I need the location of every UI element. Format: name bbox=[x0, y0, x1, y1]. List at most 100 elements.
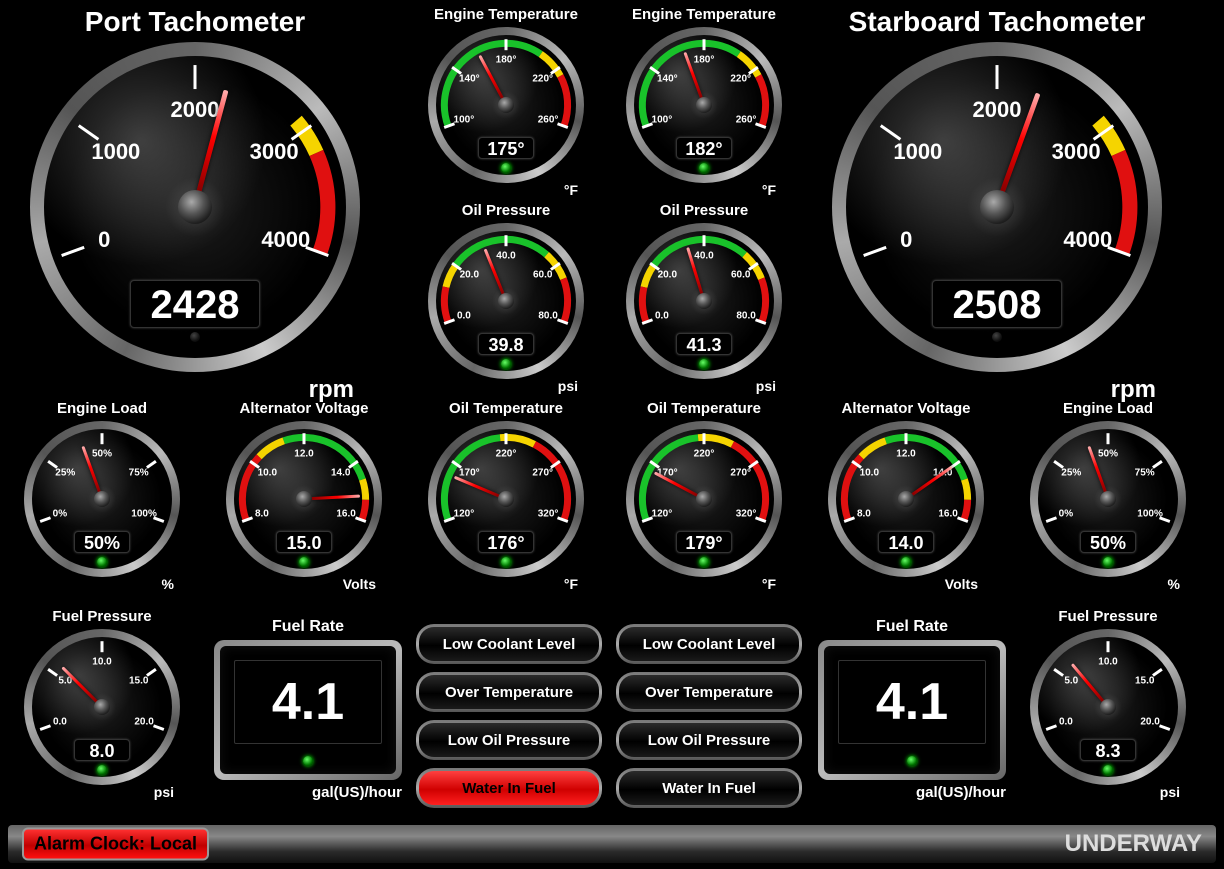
alarm-clock-button[interactable]: Alarm Clock: Local bbox=[22, 828, 209, 861]
alarm-stbd-0[interactable]: Low Coolant Level bbox=[616, 624, 802, 664]
tick-label: 8.0 bbox=[255, 509, 269, 520]
tick-label: 80.0 bbox=[736, 311, 755, 322]
tick-label: 180° bbox=[496, 55, 517, 66]
gauge-oilPresP[interactable]: Oil Pressure0.020.040.060.080.039.8 bbox=[428, 202, 584, 379]
tick-label: 60.0 bbox=[533, 270, 552, 281]
gauge-oilPresS[interactable]: Oil Pressure0.020.040.060.080.041.3 bbox=[626, 202, 782, 379]
alarm-label: Water In Fuel bbox=[419, 771, 599, 805]
gauge-title: Alternator Voltage bbox=[226, 400, 382, 417]
tick-label: 50% bbox=[92, 449, 112, 460]
tick-label: 320° bbox=[736, 509, 757, 520]
alarm-label: Low Oil Pressure bbox=[619, 723, 799, 757]
tick-label: 25% bbox=[1061, 468, 1081, 479]
gauge-oilTempP[interactable]: Oil Temperature120°170°220°270°320°176° bbox=[428, 400, 584, 577]
gauge-title: Fuel Pressure bbox=[1030, 608, 1186, 625]
digital-unit: gal(US)/hour bbox=[916, 784, 1006, 801]
tick-label: 60.0 bbox=[731, 270, 750, 281]
gauge-stbdTach[interactable]: Starboard Tachometer01000200030004000250… bbox=[832, 6, 1162, 372]
gauge-unit: °F bbox=[762, 182, 776, 198]
alarm-stbd-1[interactable]: Over Temperature bbox=[616, 672, 802, 712]
tick-label: 100° bbox=[454, 115, 475, 126]
alarm-port-2[interactable]: Low Oil Pressure bbox=[416, 720, 602, 760]
tick-label: 0.0 bbox=[1059, 717, 1073, 728]
gauge-readout: 50% bbox=[74, 531, 130, 553]
gauge-unit: °F bbox=[564, 576, 578, 592]
tick-label: 80.0 bbox=[538, 311, 557, 322]
tick-label: 270° bbox=[532, 468, 553, 479]
gauge-engTempS[interactable]: Engine Temperature100°140°180°220°260°18… bbox=[626, 6, 782, 183]
tick-label: 260° bbox=[736, 115, 757, 126]
tick-label: 100% bbox=[1137, 509, 1163, 520]
gauge-title: Port Tachometer bbox=[30, 6, 360, 38]
tick-label: 140° bbox=[657, 74, 678, 85]
gauge-readout: 15.0 bbox=[276, 531, 332, 553]
digital-title: Fuel Rate bbox=[214, 618, 402, 636]
tick-label: 16.0 bbox=[336, 509, 355, 520]
alarm-port-1[interactable]: Over Temperature bbox=[416, 672, 602, 712]
alarm-port-3[interactable]: Water In Fuel bbox=[416, 768, 602, 808]
tick-label: 12.0 bbox=[294, 449, 313, 460]
tick-label: 75% bbox=[1135, 468, 1155, 479]
alarm-label: Low Coolant Level bbox=[419, 627, 599, 661]
tick-label: 10.0 bbox=[92, 657, 111, 668]
gauge-title: Engine Load bbox=[24, 400, 180, 417]
gauge-altVoltS[interactable]: Alternator Voltage8.010.012.014.016.014.… bbox=[828, 400, 984, 577]
tick-label: 0 bbox=[900, 227, 912, 253]
gauge-readout: 50% bbox=[1080, 531, 1136, 553]
alarm-label: Over Temperature bbox=[419, 675, 599, 709]
tick-label: 50% bbox=[1098, 449, 1118, 460]
status-led bbox=[501, 163, 511, 173]
gauge-unit: Volts bbox=[343, 576, 376, 592]
status-led bbox=[992, 332, 1002, 342]
tick-label: 4000 bbox=[261, 227, 310, 253]
tick-label: 2000 bbox=[973, 97, 1022, 123]
tick-label: 100° bbox=[652, 115, 673, 126]
status-led bbox=[97, 557, 107, 567]
alarm-stbd-2[interactable]: Low Oil Pressure bbox=[616, 720, 802, 760]
gauge-fuelPresS[interactable]: Fuel Pressure0.05.010.015.020.08.3 bbox=[1030, 608, 1186, 785]
tick-label: 120° bbox=[652, 509, 673, 520]
gauge-engLoadP[interactable]: Engine Load0%25%50%75%100%50% bbox=[24, 400, 180, 577]
alarm-stbd-3[interactable]: Water In Fuel bbox=[616, 768, 802, 808]
tick-label: 180° bbox=[694, 55, 715, 66]
tick-label: 10.0 bbox=[1098, 657, 1117, 668]
tick-label: 15.0 bbox=[1135, 676, 1154, 687]
status-led bbox=[699, 163, 709, 173]
digital-readout: 4.1 bbox=[838, 660, 986, 744]
gauge-portTach[interactable]: Port Tachometer010002000300040002428 bbox=[30, 6, 360, 372]
tick-label: 260° bbox=[538, 115, 559, 126]
alarm-label: Low Oil Pressure bbox=[419, 723, 599, 757]
status-led bbox=[699, 557, 709, 567]
tick-label: 320° bbox=[538, 509, 559, 520]
tick-label: 0% bbox=[53, 509, 67, 520]
status-led bbox=[501, 557, 511, 567]
gauge-unit: % bbox=[1168, 576, 1180, 592]
gauge-unit: psi bbox=[558, 378, 578, 394]
digital-fuelRateS[interactable]: 4.1 bbox=[818, 640, 1006, 780]
alarm-port-0[interactable]: Low Coolant Level bbox=[416, 624, 602, 664]
tick-label: 220° bbox=[694, 449, 715, 460]
gauge-title: Engine Temperature bbox=[428, 6, 584, 23]
tick-label: 12.0 bbox=[896, 449, 915, 460]
gauge-readout: 8.0 bbox=[74, 739, 130, 761]
gauge-unit: psi bbox=[756, 378, 776, 394]
tick-label: 0.0 bbox=[655, 311, 669, 322]
gauge-unit: psi bbox=[154, 784, 174, 800]
gauge-title: Fuel Pressure bbox=[24, 608, 180, 625]
gauge-oilTempS[interactable]: Oil Temperature120°170°220°270°320°179° bbox=[626, 400, 782, 577]
tick-label: 0.0 bbox=[53, 717, 67, 728]
digital-fuelRateP[interactable]: 4.1 bbox=[214, 640, 402, 780]
tick-label: 120° bbox=[454, 509, 475, 520]
gauge-readout: 176° bbox=[478, 531, 534, 553]
gauge-engLoadS[interactable]: Engine Load0%25%50%75%100%50% bbox=[1030, 400, 1186, 577]
gauge-altVoltP[interactable]: Alternator Voltage8.010.012.014.016.015.… bbox=[226, 400, 382, 577]
tick-label: 220° bbox=[496, 449, 517, 460]
tick-label: 20.0 bbox=[658, 270, 677, 281]
gauge-fuelPresP[interactable]: Fuel Pressure0.05.010.015.020.08.0 bbox=[24, 608, 180, 785]
tick-label: 10.0 bbox=[860, 468, 879, 479]
status-led bbox=[299, 557, 309, 567]
gauge-readout: 2428 bbox=[130, 280, 260, 328]
gauge-engTempP[interactable]: Engine Temperature100°140°180°220°260°17… bbox=[428, 6, 584, 183]
status-led bbox=[303, 756, 313, 766]
gauge-title: Alternator Voltage bbox=[828, 400, 984, 417]
